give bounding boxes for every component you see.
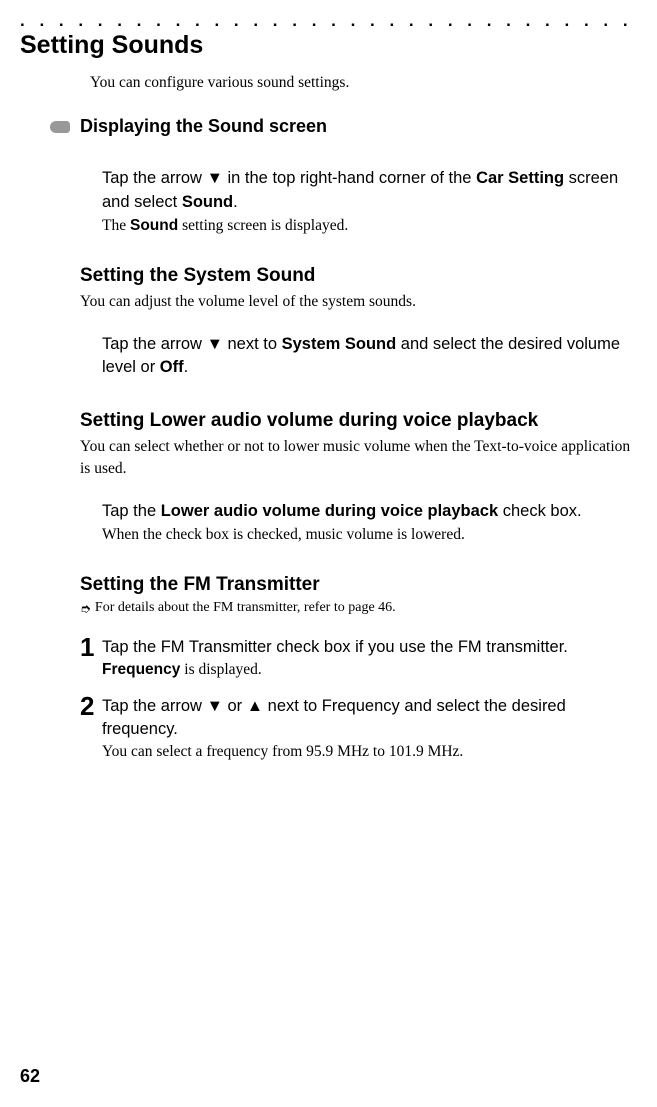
- text-fragment: Tap the: [102, 502, 161, 520]
- text-fragment: next to: [263, 697, 322, 715]
- lower-audio-block: Tap the Lower audio volume during voice …: [102, 500, 637, 544]
- fm-step2-instruction: Tap the arrow ▼ or ▲ next to Frequency a…: [102, 695, 637, 741]
- intro-text: You can configure various sound settings…: [90, 74, 637, 92]
- text-fragment: check box.: [498, 502, 581, 520]
- text-fragment: Tap the arrow: [102, 335, 207, 353]
- fm-step-1: 1 Tap the FM Transmitter check box if yo…: [80, 636, 637, 679]
- step-content: Tap the FM Transmitter check box if you …: [102, 636, 637, 679]
- fm-step2-result: You can select a frequency from 95.9 MHz…: [102, 743, 637, 761]
- system-sound-block: Tap the arrow ▼ next to System Sound and…: [102, 333, 637, 381]
- lower-audio-title: Setting Lower audio volume during voice …: [80, 410, 637, 432]
- bold-text: Sound: [130, 217, 178, 234]
- text-fragment: The: [102, 217, 130, 234]
- text-fragment: setting screen is displayed.: [178, 217, 348, 234]
- bold-text: Frequency: [102, 661, 180, 678]
- text-fragment: .: [233, 193, 238, 211]
- note-arrow-icon: ➮: [80, 600, 91, 618]
- lower-audio-desc: You can select whether or not to lower m…: [80, 436, 637, 479]
- text-fragment: or: [223, 697, 247, 715]
- bold-text: Sound: [182, 193, 233, 211]
- lower-audio-instruction: Tap the Lower audio volume during voice …: [102, 500, 637, 524]
- text-fragment: Tap the arrow: [102, 697, 207, 715]
- lower-audio-result: When the check box is checked, music vol…: [102, 526, 637, 544]
- text-fragment: check box if you use the FM transmitter.: [272, 638, 568, 656]
- text-fragment: is displayed.: [180, 661, 261, 678]
- step-number: 1: [80, 634, 102, 660]
- sub-heading-row: Displaying the Sound screen: [50, 116, 637, 137]
- bold-text: Car Setting: [476, 169, 564, 187]
- display-sound-block: Tap the arrow ▼ in the top right-hand co…: [102, 167, 637, 235]
- bold-text: Lower audio volume during voice playback: [161, 502, 498, 520]
- bullet-icon: [50, 121, 70, 133]
- bold-text: FM Transmitter: [161, 638, 272, 656]
- arrow-up-icon: ▲: [247, 697, 263, 715]
- arrow-down-icon: ▼: [207, 697, 223, 715]
- page-title: Setting Sounds: [20, 31, 637, 60]
- arrow-down-icon: ▼: [207, 335, 223, 353]
- bold-text: Off: [160, 358, 184, 376]
- arrow-down-icon: ▼: [207, 169, 223, 187]
- display-sound-instruction: Tap the arrow ▼ in the top right-hand co…: [102, 167, 637, 215]
- bold-text: System Sound: [282, 335, 397, 353]
- text-fragment: in the top right-hand corner of the: [223, 169, 476, 187]
- fm-title: Setting the FM Transmitter: [80, 574, 637, 596]
- sub-heading: Displaying the Sound screen: [80, 116, 327, 137]
- fm-note-text: For details about the FM transmitter, re…: [95, 600, 396, 616]
- fm-step-2: 2 Tap the arrow ▼ or ▲ next to Frequency…: [80, 695, 637, 761]
- text-fragment: Tap the: [102, 638, 161, 656]
- dots-divider: . . . . . . . . . . . . . . . . . . . . …: [20, 12, 637, 29]
- text-fragment: next to: [223, 335, 282, 353]
- text-fragment: .: [184, 358, 189, 376]
- bold-text: Frequency: [322, 697, 400, 715]
- step-number: 2: [80, 693, 102, 719]
- step-content: Tap the arrow ▼ or ▲ next to Frequency a…: [102, 695, 637, 761]
- display-sound-result: The Sound setting screen is displayed.: [102, 217, 637, 235]
- page-number: 62: [20, 1066, 40, 1087]
- fm-note: ➮ For details about the FM transmitter, …: [80, 600, 637, 618]
- fm-step1-result: Frequency is displayed.: [102, 661, 637, 679]
- system-sound-title: Setting the System Sound: [80, 265, 637, 287]
- system-sound-instruction: Tap the arrow ▼ next to System Sound and…: [102, 333, 637, 381]
- text-fragment: Tap the arrow: [102, 169, 207, 187]
- fm-step1-instruction: Tap the FM Transmitter check box if you …: [102, 636, 637, 659]
- system-sound-desc: You can adjust the volume level of the s…: [80, 291, 637, 313]
